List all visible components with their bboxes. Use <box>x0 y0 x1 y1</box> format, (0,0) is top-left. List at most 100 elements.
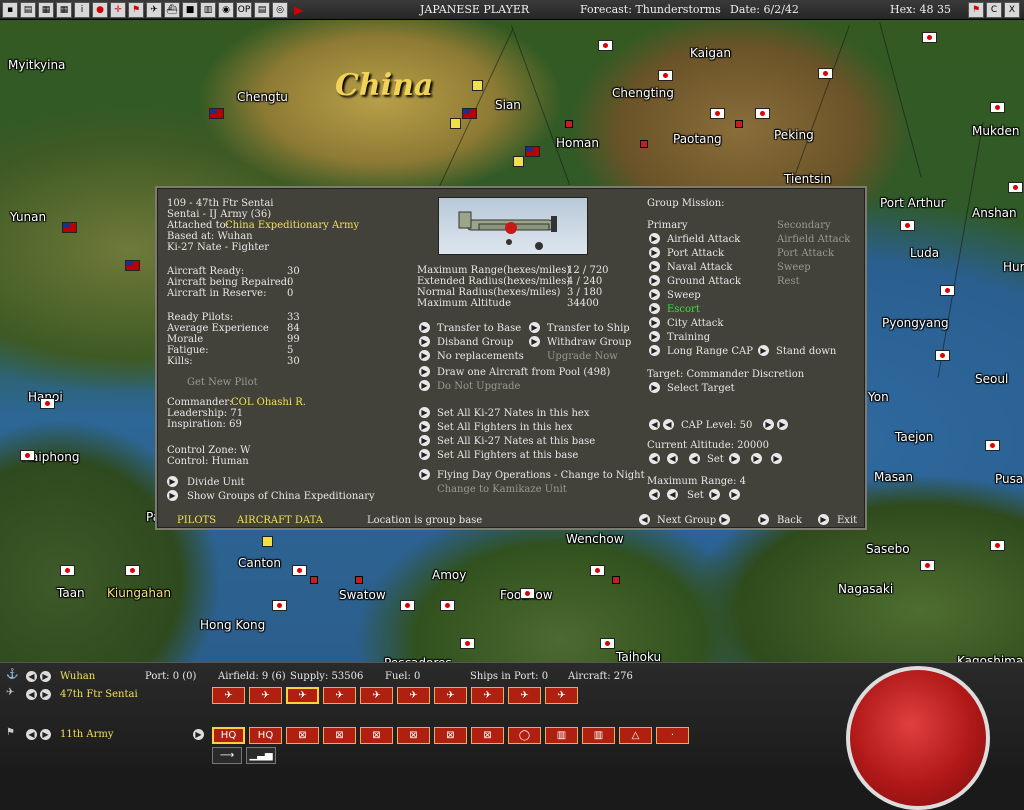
secondary-mission[interactable]: Airfield Attack <box>777 234 850 245</box>
base-marker-icon[interactable] <box>513 156 524 167</box>
arrow-right-icon[interactable]: ▶ <box>419 322 430 333</box>
toolbar-button[interactable]: ■ <box>182 1 198 18</box>
unit-marker-icon[interactable] <box>612 576 620 584</box>
toolbar-button[interactable]: OP <box>236 1 252 18</box>
secondary-mission[interactable]: Rest <box>777 276 800 287</box>
toolbar-button[interactable]: ▪ <box>2 1 18 18</box>
air-group-icon[interactable]: ✈ <box>508 687 541 704</box>
unit-marker-icon[interactable] <box>565 120 573 128</box>
arrow-right-icon[interactable]: ▶ <box>729 453 740 464</box>
map-place-label[interactable]: Port Arthur <box>880 196 946 210</box>
base-marker-icon[interactable] <box>450 118 461 129</box>
japan-flag-icon[interactable] <box>460 638 475 649</box>
map-place-label[interactable]: Amoy <box>432 568 466 582</box>
mission-option[interactable]: Training <box>667 332 710 343</box>
flying-day-button[interactable]: Flying Day Operations - Change to Night <box>437 470 645 481</box>
japan-flag-icon[interactable] <box>125 565 140 576</box>
japan-flag-icon[interactable] <box>710 108 725 119</box>
arrow-right-icon[interactable]: ▶ <box>40 729 51 740</box>
arrow-right-icon[interactable]: ▶ <box>529 322 540 333</box>
china-flag-icon[interactable] <box>462 108 477 119</box>
air-group-icon[interactable]: ✈ <box>471 687 504 704</box>
arrow-right-icon[interactable]: ▶ <box>419 407 430 418</box>
withdraw-button[interactable]: Withdraw Group <box>547 337 631 348</box>
map-place-label[interactable]: Kaigan <box>690 46 731 60</box>
ground-unit-icon[interactable]: · <box>656 727 689 744</box>
china-flag-icon[interactable] <box>125 260 140 271</box>
air-group-icon[interactable]: ✈ <box>434 687 467 704</box>
map-place-label[interactable]: Mukden <box>972 124 1020 138</box>
arrow-right-icon[interactable]: ▶ <box>419 435 430 446</box>
ground-unit-icon[interactable]: ◯ <box>508 727 541 744</box>
unit-marker-icon[interactable] <box>735 120 743 128</box>
no-replacements-button[interactable]: No replacements <box>437 351 524 362</box>
arrow-right-icon[interactable]: ▶ <box>167 476 178 487</box>
china-flag-icon[interactable] <box>62 222 77 233</box>
arrow-left-icon[interactable]: ◀ <box>649 419 660 430</box>
japan-flag-icon[interactable] <box>755 108 770 119</box>
japan-flag-icon[interactable] <box>590 565 605 576</box>
japan-flag-icon[interactable] <box>292 565 307 576</box>
unit-marker-icon[interactable] <box>640 140 648 148</box>
unit-marker-icon[interactable] <box>310 576 318 584</box>
map-place-label[interactable]: Tientsin <box>784 172 831 186</box>
air-group-icon[interactable]: ✈ <box>545 687 578 704</box>
map-place-label[interactable]: Kiungahan <box>107 586 171 600</box>
unit-marker-icon[interactable] <box>355 576 363 584</box>
select-target-button[interactable]: Select Target <box>667 383 735 394</box>
japan-flag-icon[interactable] <box>818 68 833 79</box>
map-place-label[interactable]: Chengtu <box>237 90 288 104</box>
arrow-left-icon[interactable]: ◀ <box>649 453 660 464</box>
arrow-right-icon[interactable]: ▶ <box>719 514 730 525</box>
toolbar-button[interactable]: ▦ <box>56 1 72 18</box>
ground-unit-icon[interactable]: ▥ <box>545 727 578 744</box>
map-place-label[interactable]: Nagasaki <box>838 582 893 596</box>
mission-option[interactable]: Naval Attack <box>667 262 732 273</box>
close-button[interactable]: X <box>1004 2 1020 18</box>
ground-unit-icon[interactable]: ⊠ <box>360 727 393 744</box>
map-place-label[interactable]: Seoul <box>975 372 1008 386</box>
map-place-label[interactable]: Homan <box>556 136 599 150</box>
toolbar-button[interactable]: ● <box>92 1 108 18</box>
toolbar-button[interactable]: ✈ <box>146 1 162 18</box>
arrow-right-icon[interactable]: ▶ <box>649 289 660 300</box>
map-place-label[interactable]: Myitkyina <box>8 58 65 72</box>
arrow-right-icon[interactable]: ▶ <box>419 366 430 377</box>
japan-flag-icon[interactable] <box>985 440 1000 451</box>
arrow-right-icon[interactable]: ▶ <box>649 303 660 314</box>
base-marker-icon[interactable] <box>472 80 483 91</box>
next-group-button[interactable]: Next Group <box>657 515 716 526</box>
map-place-label[interactable]: Peking <box>774 128 814 142</box>
secondary-mission[interactable]: Sweep <box>777 262 811 273</box>
exit-button[interactable]: Exit <box>837 515 857 526</box>
toolbar-button[interactable]: ⛴ <box>164 1 180 18</box>
japan-flag-icon[interactable] <box>272 600 287 611</box>
arrow-right-icon[interactable]: ▶ <box>419 449 430 460</box>
tab-pilots[interactable]: PILOTS <box>177 515 216 526</box>
divide-unit-button[interactable]: Divide Unit <box>187 477 245 488</box>
arrow-right-icon[interactable]: ▶ <box>649 382 660 393</box>
mission-option[interactable]: Airfield Attack <box>667 234 740 245</box>
get-new-pilot-button[interactable]: Get New Pilot <box>187 377 258 388</box>
arrow-right-icon[interactable]: ▶ <box>763 419 774 430</box>
air-unit-name[interactable]: 47th Ftr Sentai <box>60 689 138 700</box>
toolbar-button[interactable]: ▦ <box>38 1 54 18</box>
arrow-right-icon[interactable]: ▶ <box>649 345 660 356</box>
base-marker-icon[interactable] <box>262 536 273 547</box>
arrow-right-icon[interactable]: ▶ <box>758 514 769 525</box>
arrow-right-icon[interactable]: ▶ <box>649 247 660 258</box>
map-place-label[interactable]: Kagoshima <box>957 654 1023 662</box>
arrow-right-icon[interactable]: ▶ <box>709 489 720 500</box>
japan-flag-icon[interactable] <box>658 70 673 81</box>
flag-icon[interactable]: ⚑ <box>968 2 984 18</box>
ground-unit-icon[interactable]: HQ <box>212 727 245 744</box>
japan-flag-icon[interactable] <box>940 285 955 296</box>
arrow-left-icon[interactable]: ◀ <box>667 453 678 464</box>
transfer-ship-button[interactable]: Transfer to Ship <box>547 323 630 334</box>
arrow-right-icon[interactable]: ▶ <box>40 689 51 700</box>
arrow-left-icon[interactable]: ◀ <box>649 489 660 500</box>
arrow-left-icon[interactable]: ◀ <box>639 514 650 525</box>
map-place-label[interactable]: Luda <box>910 246 939 260</box>
play-icon[interactable]: ▶ <box>294 2 308 18</box>
japan-flag-icon[interactable] <box>1008 182 1023 193</box>
